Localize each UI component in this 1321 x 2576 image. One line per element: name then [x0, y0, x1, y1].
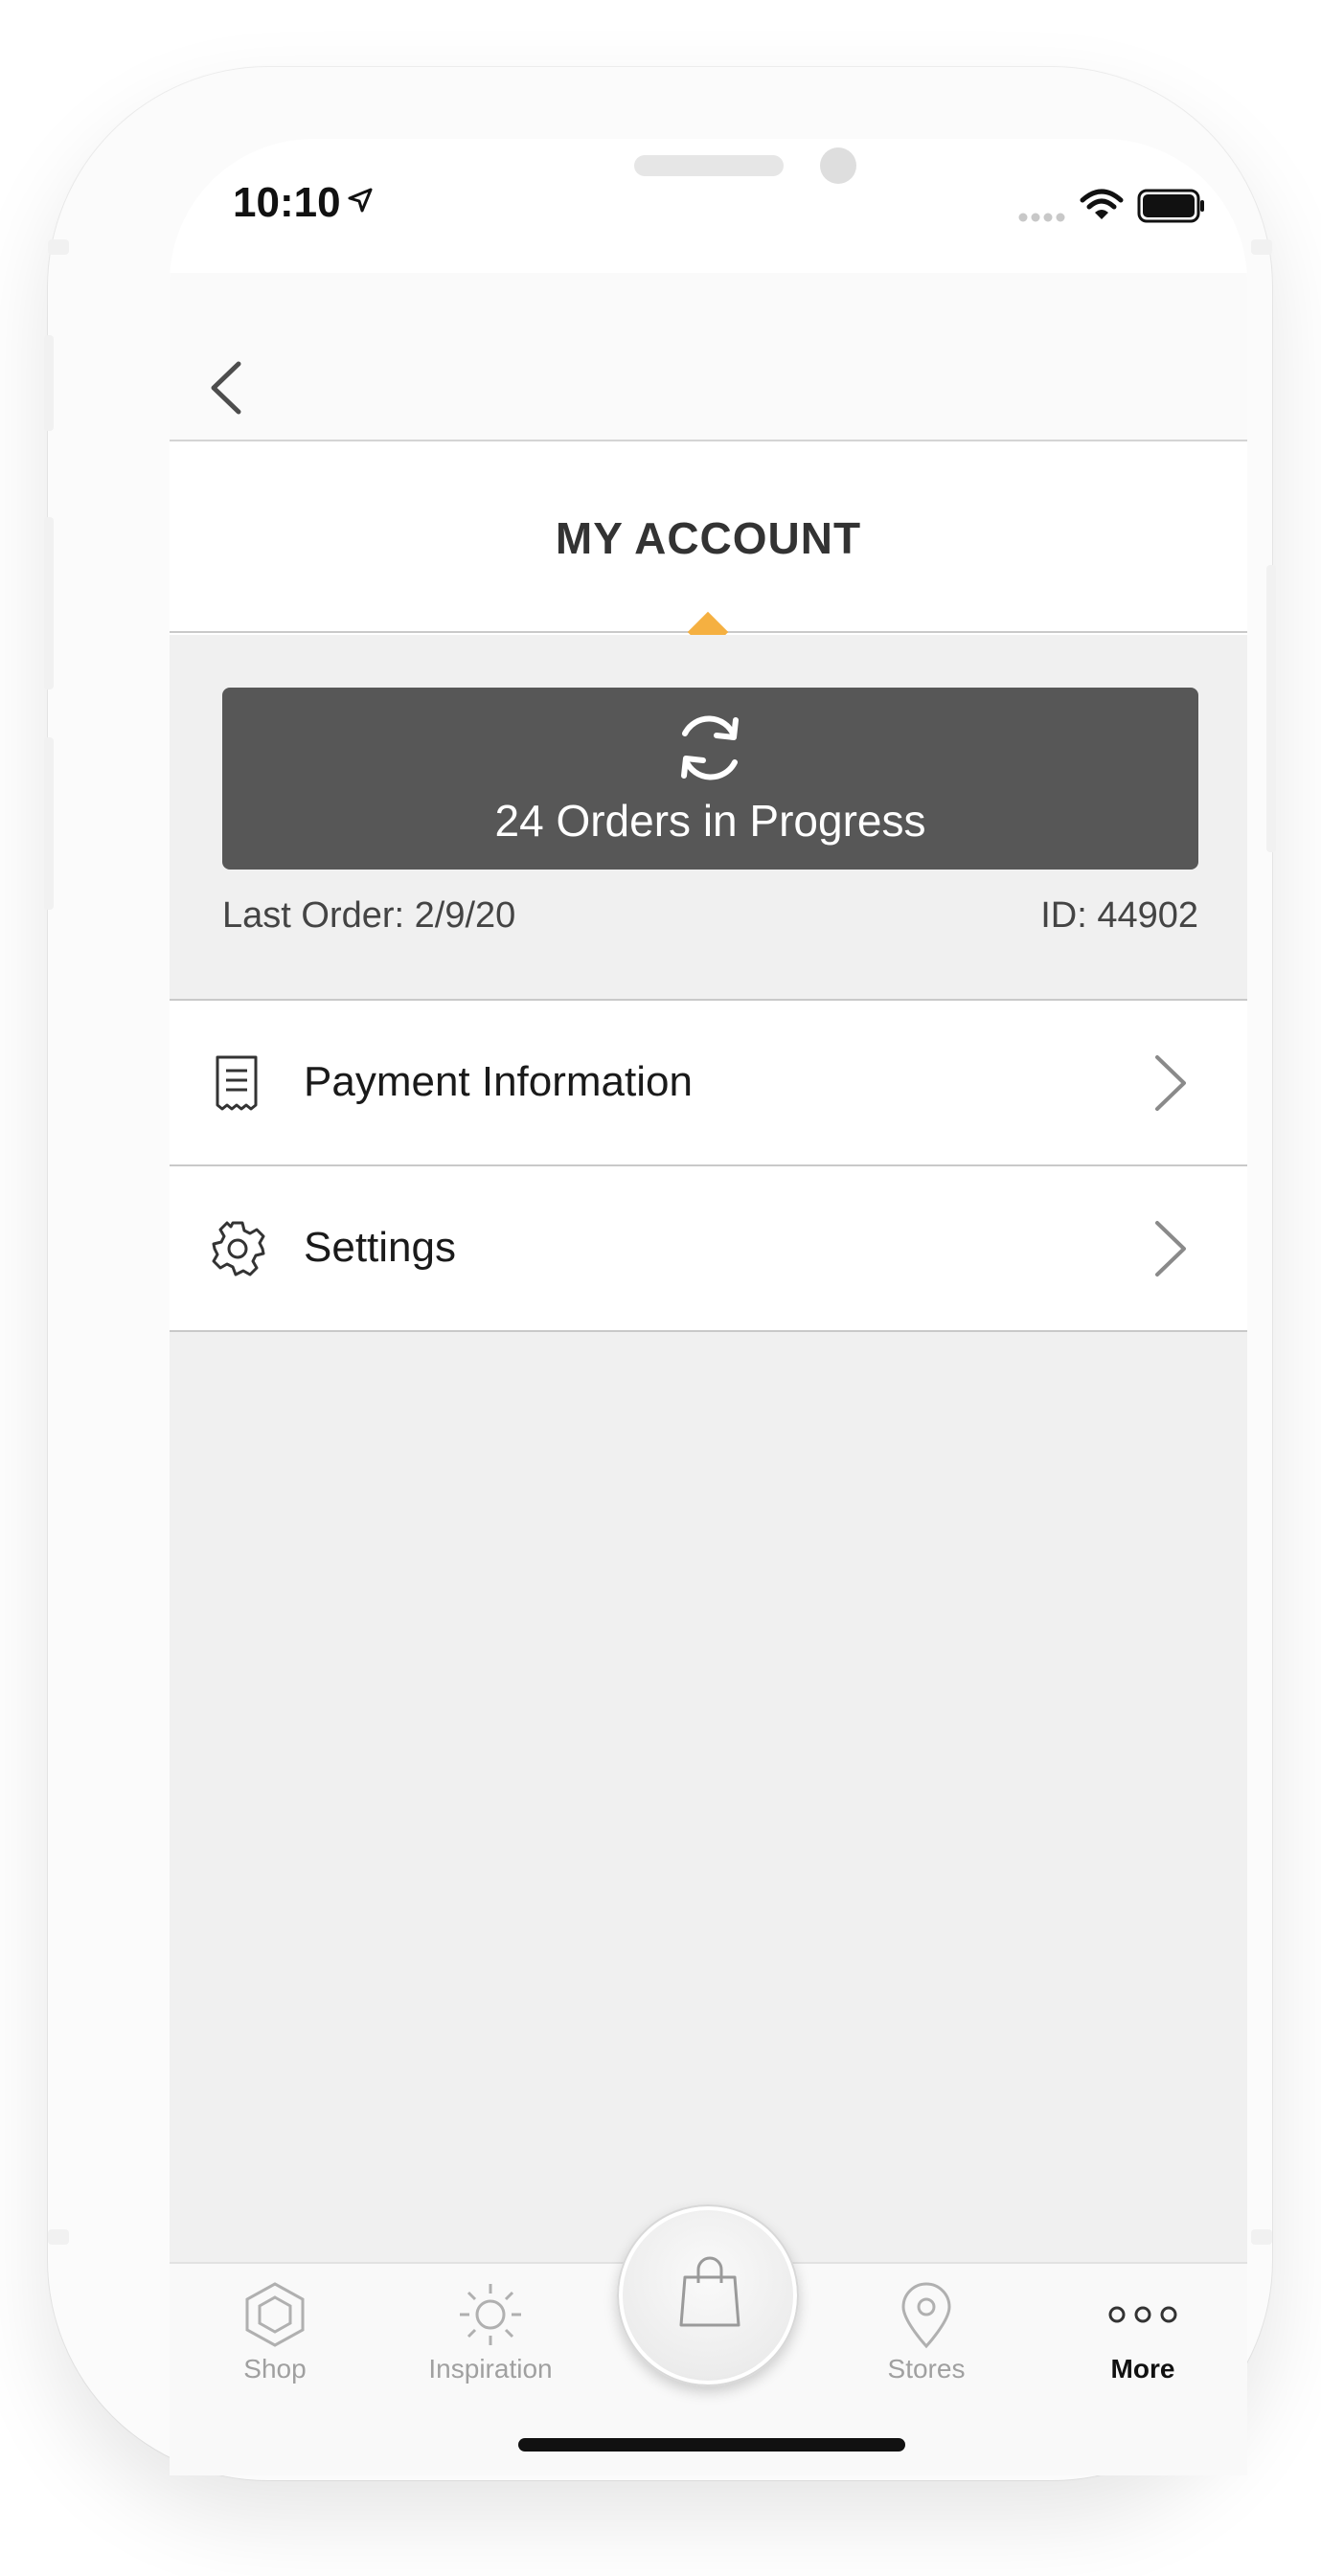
- tab-label: Shop: [243, 2354, 307, 2384]
- menu-item-label: Settings: [304, 1224, 456, 1271]
- chevron-right-icon: [1155, 1221, 1186, 1277]
- refresh-icon: [681, 715, 739, 780]
- menu-item-label: Payment Information: [304, 1058, 693, 1105]
- shopping-bag-icon: [679, 2256, 740, 2327]
- navigation-bar: [170, 273, 1247, 441]
- cart-button[interactable]: [617, 2204, 799, 2386]
- menu-item-payment-information[interactable]: Payment Information: [170, 1001, 1247, 1166]
- gear-icon: [212, 1221, 265, 1277]
- side-button: [44, 737, 54, 910]
- tab-inspiration[interactable]: Inspiration: [404, 2264, 577, 2407]
- speaker-grille: [634, 155, 784, 176]
- screen: 10:10 MY ACCOUNT 24 Orders in Progress L…: [170, 139, 1247, 2475]
- side-button: [1251, 2229, 1272, 2245]
- home-indicator[interactable]: [518, 2438, 905, 2452]
- receipt-icon: [216, 1055, 258, 1111]
- front-camera: [820, 147, 856, 184]
- chevron-right-icon: [1155, 1055, 1186, 1111]
- tab-label: Stores: [887, 2354, 966, 2384]
- phone-frame: 10:10 MY ACCOUNT 24 Orders in Progress L…: [44, 67, 1276, 2480]
- account-menu: Payment Information Settings: [170, 999, 1247, 1332]
- tab-label: More: [1110, 2354, 1175, 2384]
- status-time: 10:10: [233, 179, 341, 226]
- hexagon-icon: [245, 2282, 305, 2347]
- tab-label: Inspiration: [428, 2354, 553, 2384]
- side-button: [44, 517, 54, 689]
- side-button: [1266, 565, 1276, 852]
- signal-icon: [1018, 213, 1065, 222]
- side-button: [44, 335, 54, 431]
- more-dots-icon: [1108, 2306, 1177, 2323]
- side-button: [48, 239, 69, 255]
- tab-shop[interactable]: Shop: [189, 2264, 361, 2407]
- back-button[interactable]: [198, 350, 256, 426]
- page-header: MY ACCOUNT: [170, 443, 1247, 633]
- wifi-icon: [1080, 189, 1124, 219]
- account-id: ID: 44902: [1040, 895, 1198, 936]
- side-button: [48, 2229, 69, 2245]
- tab-more[interactable]: More: [1057, 2264, 1229, 2407]
- last-order-date: Last Order: 2/9/20: [222, 895, 516, 936]
- battery-icon: [1137, 189, 1204, 223]
- menu-item-settings[interactable]: Settings: [170, 1166, 1247, 1332]
- location-arrow-icon: [348, 188, 373, 213]
- tab-stores[interactable]: Stores: [840, 2264, 1013, 2407]
- map-pin-icon: [901, 2282, 951, 2349]
- account-content: 24 Orders in Progress Last Order: 2/9/20…: [170, 635, 1247, 2339]
- page-title: MY ACCOUNT: [555, 513, 862, 563]
- side-button: [1251, 239, 1272, 255]
- orders-in-progress-label: 24 Orders in Progress: [494, 796, 926, 846]
- sun-icon: [460, 2284, 521, 2345]
- orders-in-progress-button[interactable]: 24 Orders in Progress: [222, 688, 1198, 870]
